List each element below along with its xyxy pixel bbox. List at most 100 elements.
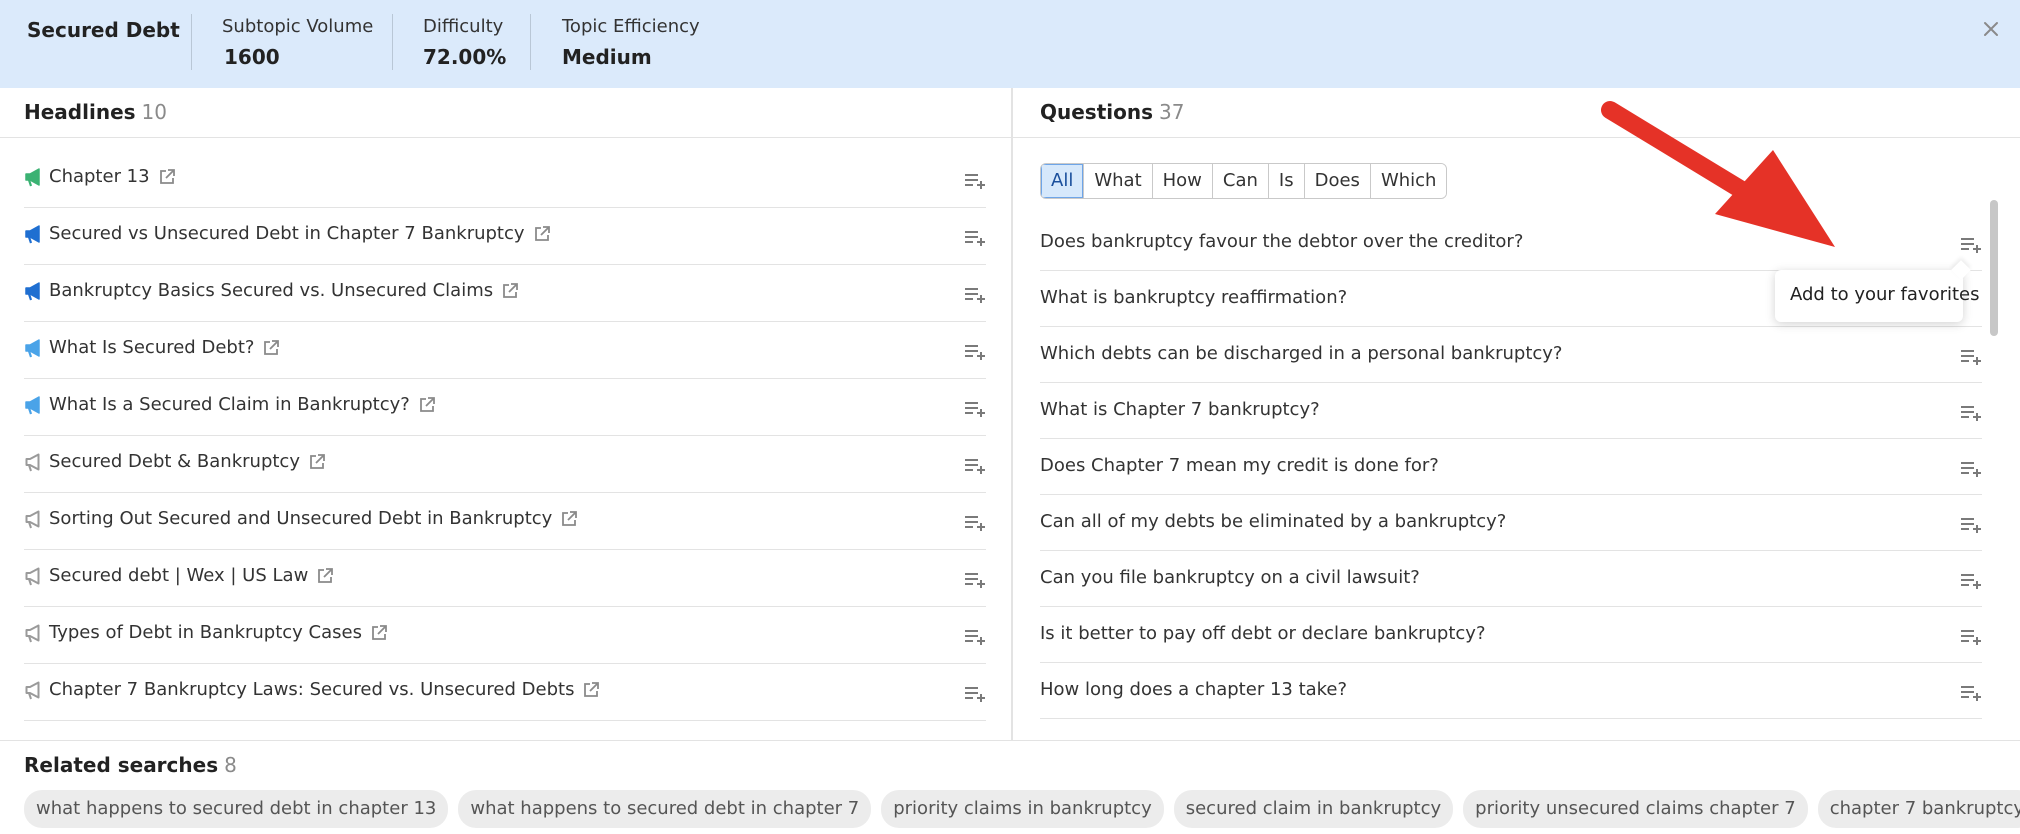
external-link-icon[interactable]: [308, 453, 326, 471]
headline-row: Secured debt | Wex | US Law: [24, 550, 986, 607]
external-link-icon[interactable]: [158, 168, 176, 186]
question-row: Which debts can be discharged in a perso…: [1040, 327, 1982, 383]
add-to-favorites-icon[interactable]: [1960, 459, 1982, 479]
metric-subtopic-volume: Subtopic Volume 1600: [222, 16, 373, 69]
external-link-icon[interactable]: [262, 339, 280, 357]
headline-text: Secured debt | Wex | US Law: [49, 565, 309, 586]
related-search-chip[interactable]: secured claim in bankruptcy: [1173, 790, 1454, 828]
megaphone-icon: [24, 281, 44, 301]
related-searches-title: Related searches: [24, 753, 219, 777]
add-to-favorites-icon[interactable]: [964, 456, 986, 476]
headline-link[interactable]: What Is a Secured Claim in Bankruptcy?: [49, 394, 436, 415]
headline-row: Chapter 7 Bankruptcy Laws: Secured vs. U…: [24, 664, 986, 721]
add-to-favorites-icon[interactable]: [1960, 627, 1982, 647]
headline-row: What Is a Secured Claim in Bankruptcy?: [24, 379, 986, 436]
headlines-title: Headlines: [24, 100, 136, 124]
question-text: Is it better to pay off debt or declare …: [1040, 623, 1486, 644]
add-to-favorites-icon[interactable]: [1960, 683, 1982, 703]
megaphone-icon: [24, 509, 44, 529]
filter-can[interactable]: Can: [1212, 164, 1269, 198]
question-text: What is Chapter 7 bankruptcy?: [1040, 399, 1320, 420]
headline-link[interactable]: Types of Debt in Bankruptcy Cases: [49, 622, 388, 643]
question-text: Can you file bankruptcy on a civil lawsu…: [1040, 567, 1420, 588]
add-to-favorites-icon[interactable]: [1960, 515, 1982, 535]
question-row: What is Chapter 7 bankruptcy?: [1040, 383, 1982, 439]
external-link-icon[interactable]: [370, 624, 388, 642]
add-to-favorites-tooltip: Add to your favorites: [1775, 270, 1980, 322]
megaphone-icon: [24, 224, 44, 244]
external-link-icon[interactable]: [501, 282, 519, 300]
topic-title: Secured Debt: [27, 18, 180, 42]
questions-scrollbar[interactable]: [1990, 200, 1998, 336]
panel-divider: [1011, 88, 1013, 740]
red-arrow-annotation: [1601, 101, 1835, 247]
megaphone-icon: [24, 338, 44, 358]
filter-how[interactable]: How: [1152, 164, 1213, 198]
add-to-favorites-icon[interactable]: [964, 570, 986, 590]
headline-text: What Is Secured Debt?: [49, 337, 255, 358]
headline-link[interactable]: Chapter 7 Bankruptcy Laws: Secured vs. U…: [49, 679, 600, 700]
headline-row: Secured Debt & Bankruptcy: [24, 436, 986, 493]
headline-row: What Is Secured Debt?: [24, 322, 986, 379]
metric-value: 1600: [224, 45, 280, 69]
add-to-favorites-icon[interactable]: [1960, 403, 1982, 423]
question-text: Which debts can be discharged in a perso…: [1040, 343, 1563, 364]
related-search-chip[interactable]: priority claims in bankruptcy: [881, 790, 1164, 828]
headline-link[interactable]: What Is Secured Debt?: [49, 337, 280, 358]
related-search-chip[interactable]: chapter 7 bankruptcy: [1817, 790, 2020, 828]
headline-row: Sorting Out Secured and Unsecured Debt i…: [24, 493, 986, 550]
metric-difficulty: Difficulty 72.00%: [423, 16, 506, 69]
headline-link[interactable]: Secured vs Unsecured Debt in Chapter 7 B…: [49, 223, 551, 244]
headline-link[interactable]: Bankruptcy Basics Secured vs. Unsecured …: [49, 280, 519, 301]
headline-link[interactable]: Chapter 13: [49, 166, 176, 187]
questions-count: 37: [1159, 100, 1185, 124]
questions-title: Questions: [1040, 100, 1154, 124]
add-to-favorites-icon[interactable]: [964, 285, 986, 305]
external-link-icon[interactable]: [560, 510, 578, 528]
question-row: Does Chapter 7 mean my credit is done fo…: [1040, 439, 1982, 495]
external-link-icon[interactable]: [418, 396, 436, 414]
headline-text: Secured Debt & Bankruptcy: [49, 451, 300, 472]
headline-text: Secured vs Unsecured Debt in Chapter 7 B…: [49, 223, 525, 244]
add-to-favorites-icon[interactable]: [1960, 235, 1982, 255]
add-to-favorites-icon[interactable]: [964, 684, 986, 704]
metric-topic-efficiency: Topic Efficiency Medium: [562, 16, 700, 69]
external-link-icon[interactable]: [582, 681, 600, 699]
add-to-favorites-icon[interactable]: [1960, 571, 1982, 591]
divider: [530, 14, 531, 70]
headline-link[interactable]: Secured Debt & Bankruptcy: [49, 451, 326, 472]
headline-link[interactable]: Sorting Out Secured and Unsecured Debt i…: [49, 508, 578, 529]
external-link-icon[interactable]: [316, 567, 334, 585]
headline-link[interactable]: Secured debt | Wex | US Law: [49, 565, 334, 586]
filter-which[interactable]: Which: [1370, 164, 1447, 198]
add-to-favorites-icon[interactable]: [964, 627, 986, 647]
headline-text: Types of Debt in Bankruptcy Cases: [49, 622, 362, 643]
add-to-favorites-icon[interactable]: [964, 171, 986, 191]
related-searches-chips: what happens to secured debt in chapter …: [24, 790, 2020, 828]
related-search-chip[interactable]: what happens to secured debt in chapter …: [24, 790, 449, 828]
related-search-chip[interactable]: what happens to secured debt in chapter …: [458, 790, 872, 828]
add-to-favorites-icon[interactable]: [964, 513, 986, 533]
question-row: Can you file bankruptcy on a civil lawsu…: [1040, 551, 1982, 607]
question-text: Can all of my debts be eliminated by a b…: [1040, 511, 1507, 532]
headline-row: Bankruptcy Basics Secured vs. Unsecured …: [24, 265, 986, 322]
divider: [392, 14, 393, 70]
filter-what[interactable]: What: [1084, 164, 1153, 198]
close-icon[interactable]: [1978, 16, 2004, 42]
related-search-chip[interactable]: priority unsecured claims chapter 7: [1463, 790, 1808, 828]
question-text: What is bankruptcy reaffirmation?: [1040, 287, 1348, 308]
add-to-favorites-icon[interactable]: [964, 228, 986, 248]
headlines-count: 10: [141, 100, 167, 124]
add-to-favorites-icon[interactable]: [964, 399, 986, 419]
filter-is[interactable]: Is: [1268, 164, 1305, 198]
add-to-favorites-icon[interactable]: [1960, 347, 1982, 367]
headline-text: Bankruptcy Basics Secured vs. Unsecured …: [49, 280, 494, 301]
question-row: Can all of my debts be eliminated by a b…: [1040, 495, 1982, 551]
headline-text: Chapter 13: [49, 166, 150, 187]
headline-text: What Is a Secured Claim in Bankruptcy?: [49, 394, 410, 415]
external-link-icon[interactable]: [533, 225, 551, 243]
filter-does[interactable]: Does: [1304, 164, 1371, 198]
filter-all[interactable]: All: [1041, 164, 1085, 198]
add-to-favorites-icon[interactable]: [964, 342, 986, 362]
megaphone-icon: [24, 452, 44, 472]
